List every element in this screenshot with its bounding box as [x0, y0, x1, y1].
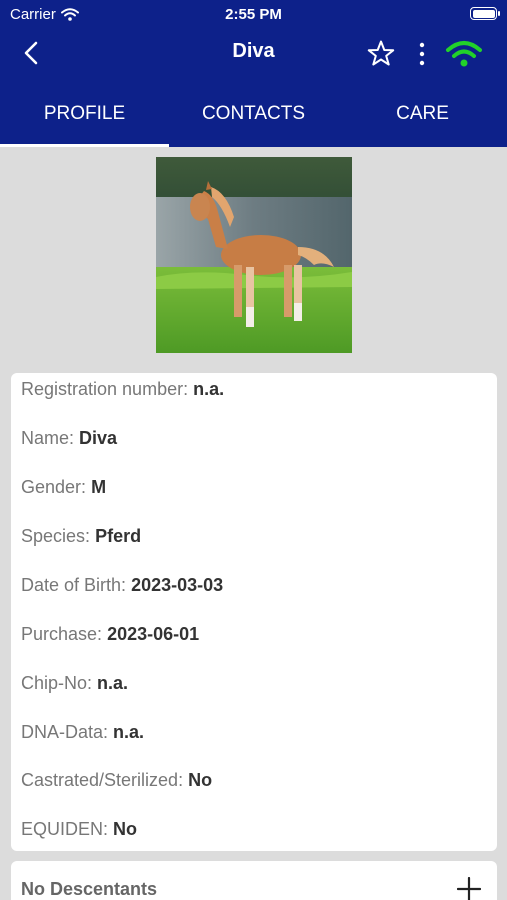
field-label: Registration number: — [21, 379, 189, 399]
profile-details-card: Registration number: n.a. Name: Diva Gen… — [11, 373, 497, 851]
field-value: M — [91, 477, 107, 497]
field-label: EQUIDEN: — [21, 819, 109, 839]
field-label: DNA-Data: — [21, 722, 109, 742]
tab-care[interactable]: CARE — [338, 88, 507, 147]
field-date-of-birth: Date of Birth: 2023-03-03 — [21, 575, 223, 596]
animal-photo — [156, 157, 352, 353]
more-vertical-icon — [419, 42, 425, 66]
app-header: Carrier 2:55 PM Diva PROFILE CONTACTS CA… — [0, 0, 507, 147]
tab-contacts[interactable]: CONTACTS — [169, 88, 338, 147]
field-purchase: Purchase: 2023-06-01 — [21, 624, 199, 645]
field-label: Castrated/Sterilized: — [21, 770, 184, 790]
favorite-button[interactable] — [365, 38, 397, 70]
plus-icon — [456, 876, 482, 900]
field-label: Chip-No: — [21, 673, 93, 693]
field-value: No — [188, 770, 213, 790]
descendants-card: No Descentants — [11, 861, 497, 900]
field-castrated-sterilized: Castrated/Sterilized: No — [21, 770, 212, 791]
field-label: Date of Birth: — [21, 575, 127, 595]
tab-profile[interactable]: PROFILE — [0, 88, 169, 147]
field-value: n.a. — [193, 379, 225, 399]
field-label: Name: — [21, 428, 75, 448]
field-species: Species: Pferd — [21, 526, 141, 547]
field-label: Gender: — [21, 477, 87, 497]
field-name: Name: Diva — [21, 428, 117, 449]
status-time: 2:55 PM — [225, 6, 282, 23]
navigation-bar: Diva — [0, 28, 507, 78]
wifi-icon — [446, 41, 482, 67]
add-descendant-button[interactable] — [456, 876, 482, 900]
field-value: Diva — [79, 428, 118, 448]
star-outline-icon — [367, 40, 395, 66]
field-equiden: EQUIDEN: No — [21, 819, 137, 840]
field-value: n.a. — [113, 722, 145, 742]
descendants-label: No Descentants — [21, 879, 158, 899]
tab-bar: PROFILE CONTACTS CARE — [0, 88, 507, 147]
connection-status — [444, 38, 484, 70]
field-label: Species: — [21, 526, 91, 546]
field-label: Purchase: — [21, 624, 103, 644]
field-dna-data: DNA-Data: n.a. — [21, 722, 144, 743]
more-options-button[interactable] — [412, 38, 432, 70]
field-value: n.a. — [97, 673, 129, 693]
field-chip-no: Chip-No: n.a. — [21, 673, 128, 694]
status-bar: Carrier 2:55 PM — [0, 0, 507, 28]
battery-icon — [470, 7, 500, 20]
field-value: No — [113, 819, 138, 839]
field-value: 2023-03-03 — [131, 575, 224, 595]
field-registration-number: Registration number: n.a. — [21, 379, 224, 400]
field-value: 2023-06-01 — [107, 624, 200, 644]
field-value: Pferd — [95, 526, 142, 546]
field-gender: Gender: M — [21, 477, 106, 498]
